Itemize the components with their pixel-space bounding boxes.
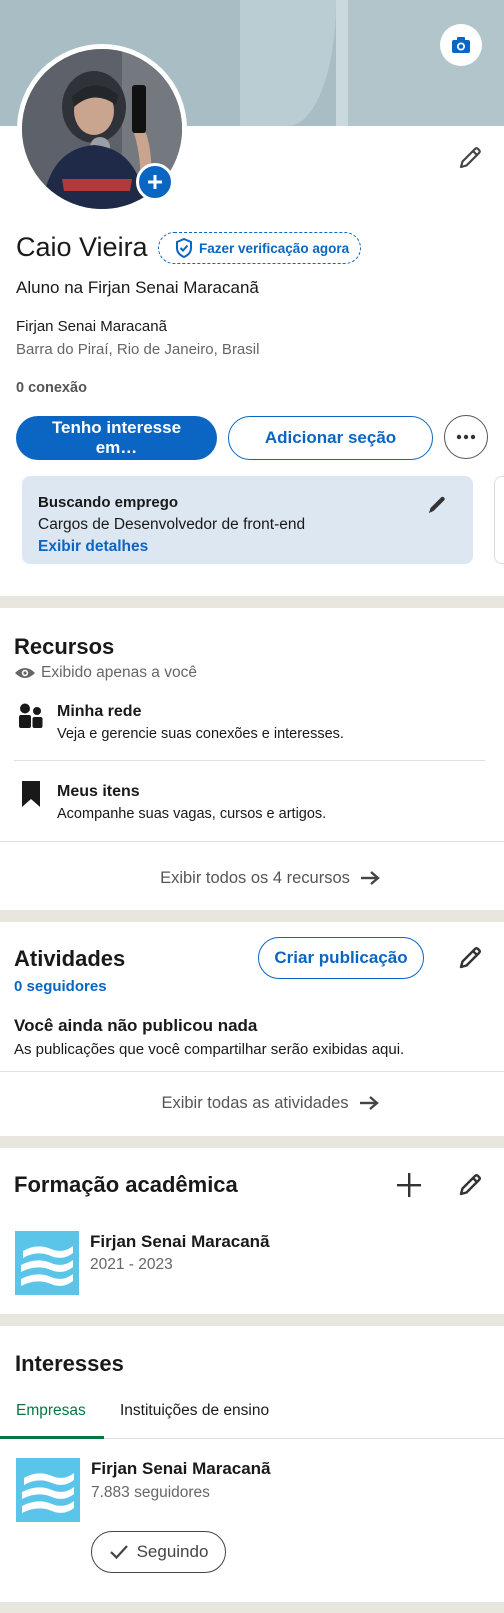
camera-icon xyxy=(452,37,470,53)
resources-visibility: Exibido apenas a você xyxy=(14,664,197,682)
show-all-resources-link[interactable]: Exibir todos os 4 recursos xyxy=(0,858,504,898)
education-item[interactable]: Firjan Senai Maracanã 2021 - 2023 xyxy=(0,1225,490,1295)
empty-activity-title: Você ainda não publicou nada xyxy=(14,1016,258,1035)
location: Barra do Piraí, Rio de Janeiro, Brasil xyxy=(16,341,260,358)
open-to-button[interactable]: Tenho interesse em… xyxy=(16,416,217,460)
create-post-button[interactable]: Criar publicação xyxy=(258,937,424,979)
verify-label: Fazer verificação agora xyxy=(199,240,350,256)
followers-count[interactable]: 0 seguidores xyxy=(14,978,107,995)
verify-now-badge[interactable]: Fazer verificação agora xyxy=(158,232,361,264)
job-card-title: Buscando emprego xyxy=(38,494,179,511)
education-title: Formação acadêmica xyxy=(14,1172,238,1197)
resource-my-items[interactable]: Meus itens Acompanhe suas vagas, cursos … xyxy=(0,775,490,839)
job-card-roles: Cargos de Desenvolvedor de front-end xyxy=(38,516,306,533)
eye-icon xyxy=(15,668,35,678)
following-button[interactable]: Seguindo xyxy=(91,1531,226,1573)
plus-icon xyxy=(148,175,162,189)
interest-name: Firjan Senai Maracanã xyxy=(91,1459,271,1478)
more-options-button[interactable] xyxy=(444,415,488,459)
connections-count[interactable]: 0 conexão xyxy=(16,380,87,396)
interest-item[interactable]: Firjan Senai Maracanã 7.883 seguidores xyxy=(0,1454,490,1524)
plus-icon xyxy=(397,1173,421,1197)
edit-education-button[interactable] xyxy=(454,1169,486,1201)
shield-check-icon xyxy=(176,238,192,258)
active-tab-indicator xyxy=(0,1436,104,1439)
arrow-right-icon xyxy=(360,871,380,885)
activities-title: Atividades xyxy=(14,946,126,971)
edit-intro-button[interactable] xyxy=(454,142,486,174)
resource-title: Minha rede xyxy=(57,703,142,720)
tab-companies[interactable]: Empresas xyxy=(16,1402,86,1420)
pencil-icon xyxy=(459,947,481,969)
resource-title: Meus itens xyxy=(57,783,140,800)
resource-subtitle: Acompanhe suas vagas, cursos e artigos. xyxy=(57,806,327,822)
show-all-activities-link[interactable]: Exibir todas as atividades xyxy=(0,1083,504,1123)
show-all-resources-label: Exibir todos os 4 recursos xyxy=(160,868,350,887)
pencil-icon xyxy=(459,1174,481,1196)
open-to-work-card[interactable]: Buscando emprego Cargos de Desenvolvedor… xyxy=(22,476,473,564)
check-icon xyxy=(109,1545,128,1560)
visibility-label: Exibido apenas a você xyxy=(41,664,197,681)
resource-my-network[interactable]: Minha rede Veja e gerencie suas conexões… xyxy=(0,695,490,767)
add-section-button[interactable]: Adicionar seção xyxy=(228,416,433,460)
show-details-link[interactable]: Exibir detalhes xyxy=(38,538,148,556)
edit-activities-button[interactable] xyxy=(454,942,486,974)
empty-activity-subtitle: As publicações que você compartilhar ser… xyxy=(14,1041,405,1058)
interests-title: Interesses xyxy=(15,1351,124,1376)
pencil-icon xyxy=(429,496,445,513)
add-education-button[interactable] xyxy=(393,1169,425,1201)
pencil-icon xyxy=(459,147,481,169)
resources-title: Recursos xyxy=(14,634,115,659)
profile-name: Caio Vieira xyxy=(16,232,148,262)
resource-subtitle: Veja e gerencie suas conexões e interess… xyxy=(57,726,344,742)
company-logo xyxy=(16,1458,80,1522)
school-name[interactable]: Firjan Senai Maracanã xyxy=(16,318,167,335)
education-years: 2021 - 2023 xyxy=(90,1256,173,1273)
education-school: Firjan Senai Maracanã xyxy=(90,1232,270,1251)
next-card-peek[interactable] xyxy=(494,476,504,564)
edit-cover-button[interactable] xyxy=(440,24,482,66)
more-icon xyxy=(456,434,476,440)
people-icon xyxy=(19,703,43,728)
interest-followers: 7.883 seguidores xyxy=(91,1484,210,1501)
add-photo-button[interactable] xyxy=(136,163,174,201)
following-label: Seguindo xyxy=(136,1542,209,1561)
bookmark-icon xyxy=(22,781,40,807)
edit-job-card-button[interactable] xyxy=(424,492,450,518)
school-logo xyxy=(15,1231,79,1295)
tab-schools[interactable]: Instituições de ensino xyxy=(120,1402,269,1420)
arrow-right-icon xyxy=(359,1096,379,1110)
show-all-activities-label: Exibir todas as atividades xyxy=(161,1093,349,1112)
headline: Aluno na Firjan Senai Maracanã xyxy=(16,278,259,297)
